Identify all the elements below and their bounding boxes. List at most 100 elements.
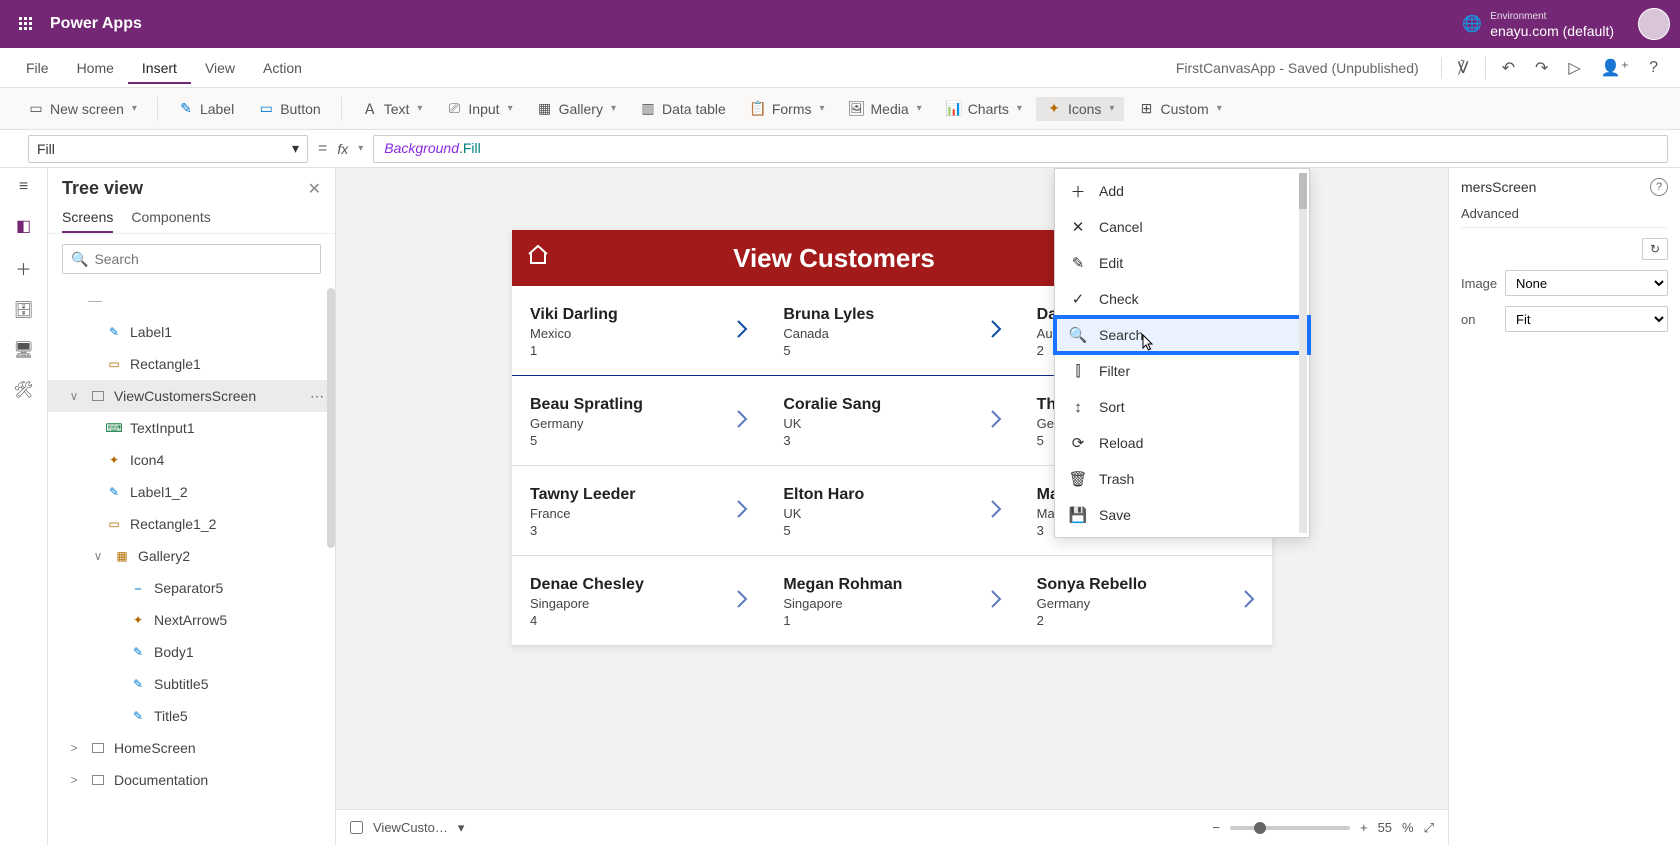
tree-search-input[interactable] [94,251,312,267]
gallery-card[interactable]: Elton Haro UK 5 [765,466,1018,556]
next-arrow-icon[interactable] [735,409,749,434]
expand-toggle-icon[interactable]: ∨ [66,389,82,403]
home-icon[interactable] [526,243,550,273]
help-icon[interactable]: ? [1639,53,1668,83]
ribbon-forms[interactable]: 📋 Forms▾ [740,97,835,121]
gallery-card[interactable]: Bruna Lyles Canada 5 [765,286,1018,376]
ribbon-media[interactable]: 🖼 Media▾ [839,97,932,121]
iconmenu-item-search[interactable]: 🔍Search [1055,317,1309,353]
expand-toggle-icon[interactable]: > [66,741,82,755]
menu-view[interactable]: View [191,52,249,84]
redo-icon[interactable]: ↷ [1525,52,1558,84]
menu-file[interactable]: File [12,52,63,84]
ribbon-new-screen[interactable]: ▭ New screen▾ [18,97,147,121]
menu-insert[interactable]: Insert [128,52,191,84]
tree-search[interactable]: 🔍 [62,244,321,274]
zoom-in-icon[interactable]: + [1360,820,1368,835]
iconmenu-item-cancel[interactable]: ✕Cancel [1055,209,1309,245]
zoom-out-icon[interactable]: − [1212,820,1220,835]
tree-node[interactable]: ✎Body1 [48,636,335,668]
tree-node[interactable]: ∨▦Gallery2 [48,540,335,572]
expand-toggle-icon[interactable]: > [66,773,82,787]
tree-node[interactable]: ✎Label1 [48,316,335,348]
next-arrow-icon[interactable] [735,319,749,344]
gallery-card[interactable]: Denae Chesley Singapore 4 [512,556,765,646]
ribbon-label[interactable]: ✎ Label [168,97,244,121]
iconmenu-item-edit[interactable]: ✎Edit [1055,245,1309,281]
info-icon[interactable]: ? [1650,178,1668,196]
tree-node[interactable]: >Documentation [48,764,335,796]
next-arrow-icon[interactable] [989,499,1003,524]
expand-toggle-icon[interactable]: ∨ [90,549,106,563]
gallery-card[interactable]: Viki Darling Mexico 1 [512,286,765,376]
close-icon[interactable]: ✕ [308,179,321,199]
dropdown-scrollbar[interactable] [1299,173,1307,533]
gallery-card[interactable]: Sonya Rebello Germany 2 [1019,556,1272,646]
ribbon-custom[interactable]: ⊞ Custom▾ [1128,97,1231,121]
tree-node[interactable]: ✦Icon4 [48,444,335,476]
ribbon-input[interactable]: ⎚ Input▾ [436,97,522,121]
tab-components[interactable]: Components [131,209,210,233]
media-pane-icon[interactable]: 🖥 [13,340,33,360]
ribbon-gallery[interactable]: ▦ Gallery▾ [527,97,626,121]
menu-action[interactable]: Action [249,52,316,84]
tree-node[interactable]: ▭Rectangle1_2 [48,508,335,540]
tree-node[interactable]: ✎Title5 [48,700,335,732]
formula-input[interactable]: Background.Fill [373,135,1668,163]
gallery-card[interactable]: Megan Rohman Singapore 1 [765,556,1018,646]
canvas-viewport[interactable]: View Customers Viki Darling Mexico 1 Bru… [336,168,1448,809]
ribbon-text[interactable]: Ａ Text▾ [352,97,433,121]
waffle-icon[interactable] [10,16,42,32]
menu-home[interactable]: Home [63,52,128,84]
advanced-tools-icon[interactable]: 🛠 [13,380,33,400]
tree-node[interactable]: ✎Subtitle5 [48,668,335,700]
breadcrumb[interactable]: ViewCusto… [373,820,448,835]
fx-icon[interactable]: fx [337,141,348,157]
next-arrow-icon[interactable] [989,589,1003,614]
iconmenu-item-trash[interactable]: 🗑Trash [1055,461,1309,497]
prop-tab-advanced[interactable]: Advanced [1461,206,1519,227]
undo-icon[interactable]: ↶ [1492,52,1525,84]
more-icon[interactable]: ⋯ [310,388,325,405]
iconmenu-item-reload[interactable]: ⟳Reload [1055,425,1309,461]
share-icon[interactable]: 👤⁺ [1591,52,1639,84]
prop-position-select[interactable]: Fit [1505,306,1668,332]
tree-node[interactable]: ⌨TextInput1 [48,412,335,444]
tree-node[interactable]: ✦NextArrow5 [48,604,335,636]
tree-node[interactable]: ⎯Separator5 [48,572,335,604]
tree-node[interactable]: >HomeScreen [48,732,335,764]
next-arrow-icon[interactable] [989,409,1003,434]
iconmenu-item-sort[interactable]: ↕Sort [1055,389,1309,425]
iconmenu-item-filter[interactable]: ⫿Filter [1055,353,1309,389]
zoom-slider[interactable] [1230,826,1350,830]
screen-selector-checkbox[interactable] [350,821,363,834]
environment-picker[interactable]: Environment enayu.com (default) [1490,10,1614,38]
chevron-down-icon[interactable]: ▾ [358,143,363,154]
gallery-card[interactable]: Tawny Leeder France 3 [512,466,765,556]
ribbon-icons[interactable]: ✦ Icons▾ [1036,97,1125,121]
next-arrow-icon[interactable] [989,319,1003,344]
tree-node[interactable]: ✎Label1_2 [48,476,335,508]
next-arrow-icon[interactable] [735,589,749,614]
ribbon-charts[interactable]: 📊 Charts▾ [936,97,1032,121]
ribbon-button[interactable]: ▭ Button [248,97,330,121]
hamburger-icon[interactable]: ≡ [19,178,28,196]
next-arrow-icon[interactable] [735,499,749,524]
next-arrow-icon[interactable] [1242,589,1256,614]
insert-icon[interactable]: ＋ [15,256,31,280]
avatar[interactable] [1638,8,1670,40]
iconmenu-item-add[interactable]: ＋Add [1055,173,1309,209]
tab-screens[interactable]: Screens [62,209,113,233]
refresh-icon[interactable]: ↻ [1642,238,1668,260]
fit-to-screen-icon[interactable]: ⤢ [1424,820,1434,836]
iconmenu-item-check[interactable]: ✓Check [1055,281,1309,317]
play-icon[interactable]: ▷ [1558,52,1590,84]
gallery-card[interactable]: Beau Spratling Germany 5 [512,376,765,466]
prop-image-select[interactable]: None [1505,270,1668,296]
gallery-card[interactable]: Coralie Sang UK 3 [765,376,1018,466]
iconmenu-item-save[interactable]: 💾Save [1055,497,1309,533]
property-selector[interactable]: Fill ▾ [28,135,308,163]
data-icon[interactable]: 🗄 [13,300,33,320]
app-checker-icon[interactable]: ℣ [1448,52,1479,84]
tree-node[interactable]: ∨ViewCustomersScreen⋯ [48,380,335,412]
